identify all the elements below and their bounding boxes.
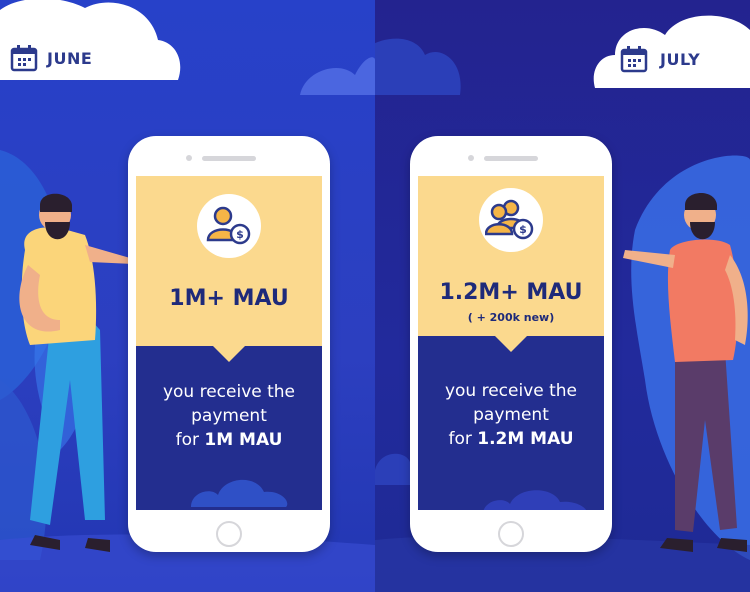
phone-speaker	[202, 156, 256, 161]
june-cloud-badge: JUNE	[0, 0, 185, 90]
june-phone: $ 1M+ MAU you receive the payment for 1M…	[128, 136, 330, 552]
june-phone-screen: $ 1M+ MAU you receive the payment for 1M…	[136, 176, 322, 510]
june-panel: JUNE $ 1M+ MAU you receive the payment f…	[0, 0, 375, 592]
phone-camera	[186, 155, 192, 161]
june-screen-cloud	[191, 479, 288, 507]
june-home-button	[216, 521, 242, 547]
july-panel: JULY $ 1.2M+ MAU ( + 200k new) you recei	[375, 0, 750, 592]
july-desc-line2: payment	[473, 405, 549, 425]
july-desc-amount: 1.2M MAU	[477, 429, 574, 449]
june-desc-amount: 1M MAU	[204, 430, 283, 450]
july-desc-line3: for 1.2M MAU	[418, 427, 604, 451]
july-phone-screen: $ 1.2M+ MAU ( + 200k new) you receive th…	[418, 176, 604, 510]
july-desc-line1: you receive the	[444, 381, 578, 401]
july-home-button	[498, 521, 524, 547]
svg-text:$: $	[519, 223, 527, 236]
june-mau-headline: 1M+ MAU	[169, 286, 289, 311]
june-description: you receive the payment for 1M MAU	[136, 380, 322, 452]
phone-speaker	[484, 156, 538, 161]
july-month-label: JULY	[660, 50, 701, 69]
june-desc-line3: for 1M MAU	[136, 428, 322, 452]
phone-camera	[468, 155, 474, 161]
july-mau-headline: 1.2M+ MAU	[439, 280, 583, 305]
june-desc-line2: payment	[191, 406, 267, 426]
june-desc-line1: you receive the	[162, 382, 296, 402]
july-phone: $ 1.2M+ MAU ( + 200k new) you receive th…	[410, 136, 612, 552]
july-mau-sub: ( + 200k new)	[467, 311, 555, 324]
svg-text:$: $	[236, 228, 244, 241]
july-cloud-badge: JULY	[590, 0, 750, 90]
july-speech-notch	[495, 336, 527, 352]
june-user-icon-circle: $	[197, 194, 261, 258]
july-desc-prefix: for	[448, 429, 478, 449]
june-speech-notch	[213, 346, 245, 362]
user-money-icon: $	[206, 206, 251, 245]
july-users-icon-circle: $	[479, 188, 543, 252]
july-screen-cloud	[483, 490, 587, 510]
calendar-icon	[620, 46, 648, 73]
calendar-icon	[10, 45, 38, 72]
july-description: you receive the payment for 1.2M MAU	[418, 379, 604, 451]
june-desc-prefix: for	[175, 430, 205, 450]
users-money-icon: $	[485, 199, 534, 240]
june-month-label: JUNE	[47, 49, 93, 68]
